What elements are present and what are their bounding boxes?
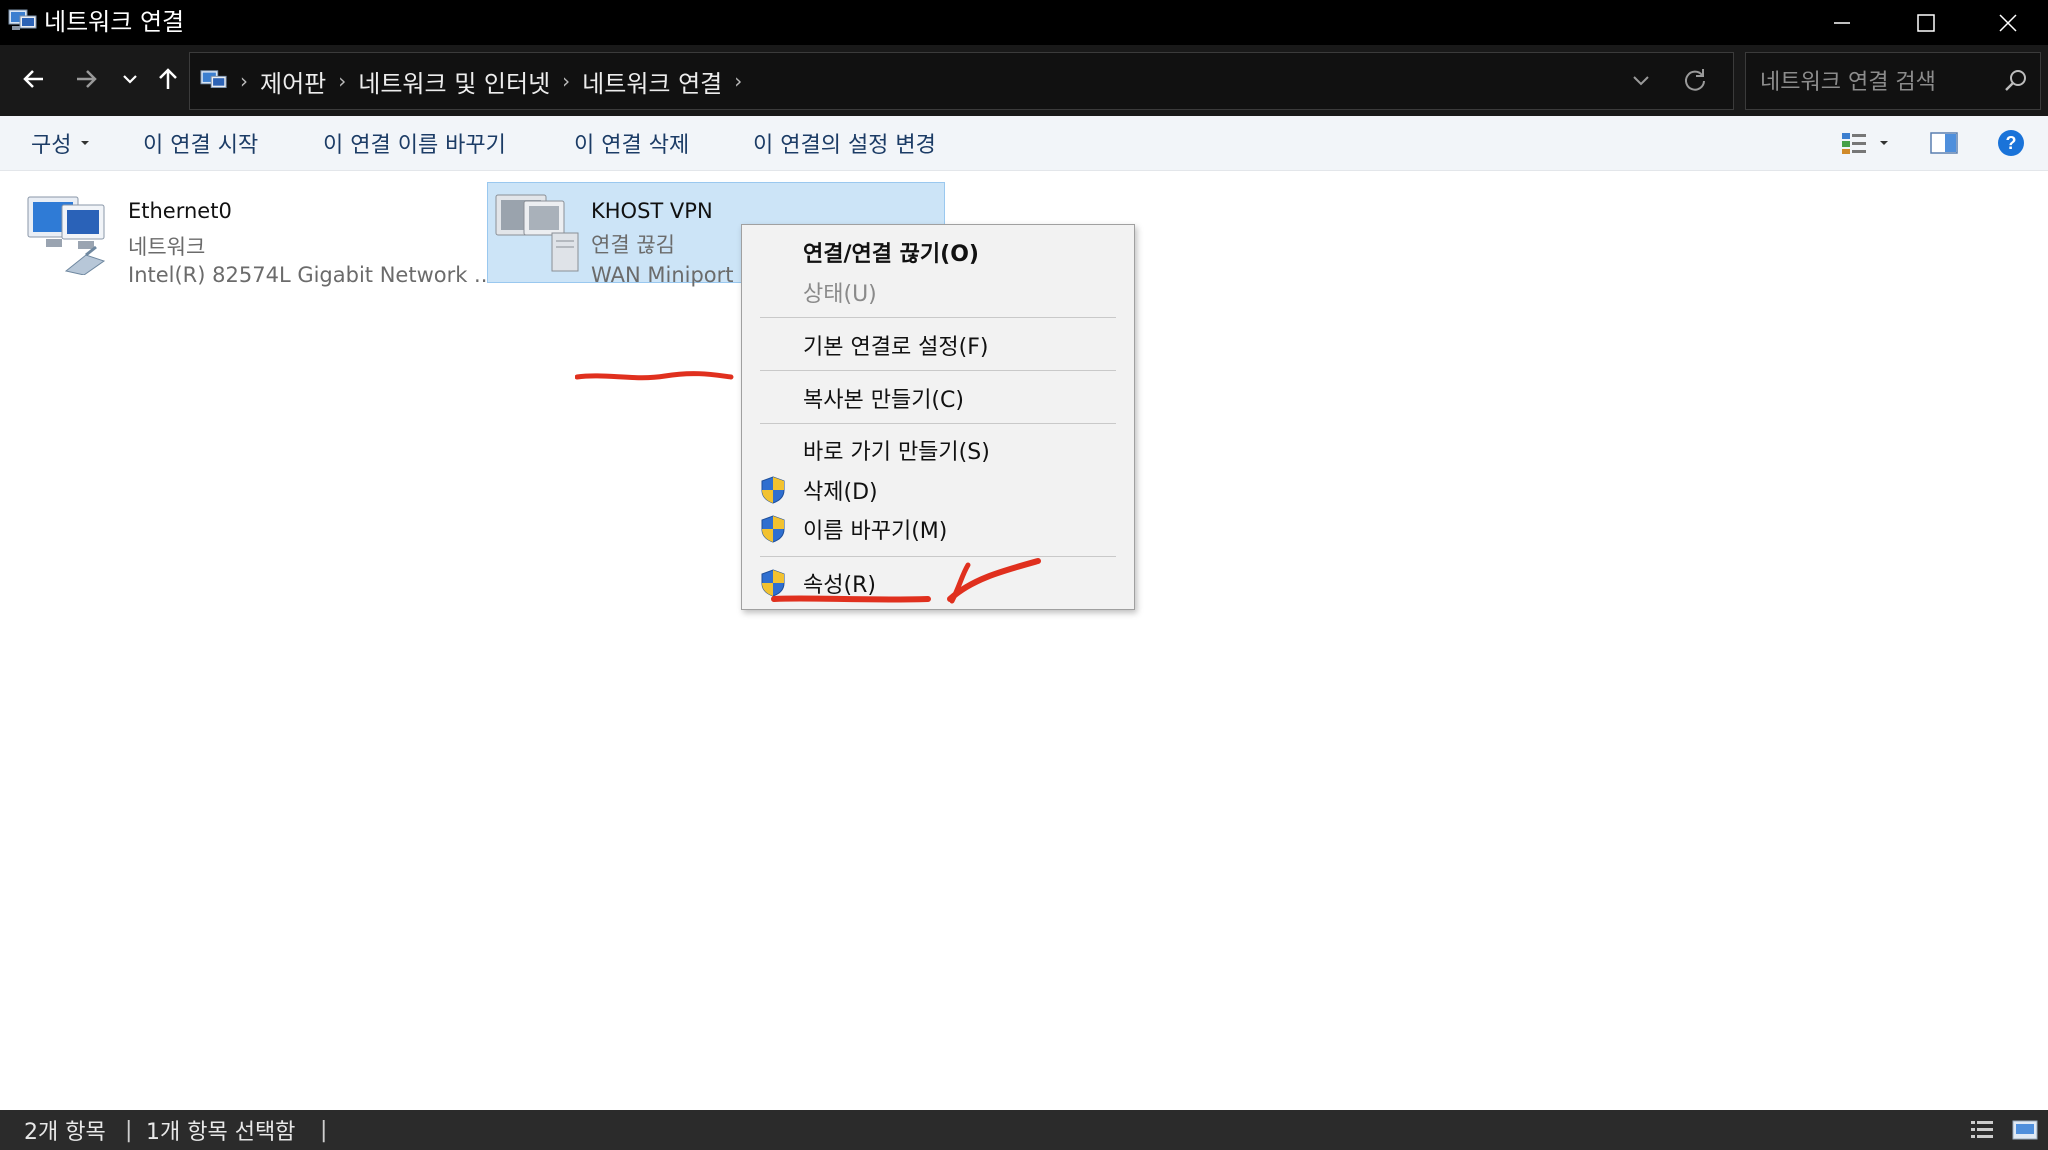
chevron-down-icon <box>1633 76 1649 86</box>
breadcrumb-control-panel[interactable]: 제어판 <box>260 64 326 99</box>
preview-pane-icon <box>1930 132 1958 154</box>
search-input[interactable] <box>1758 65 1992 99</box>
arrow-right-icon <box>77 70 97 88</box>
status-divider: | <box>320 1117 328 1143</box>
rename-connection-button[interactable]: 이 연결 이름 바꾸기 <box>323 116 506 170</box>
context-menu: 연결/연결 끊기(O) 상태(U) 기본 연결로 설정(F) 복사본 만들기(C… <box>741 224 1135 610</box>
connection-device: WAN Miniport <box>591 263 734 287</box>
change-settings-button[interactable]: 이 연결의 설정 변경 <box>753 116 936 170</box>
recent-locations-button[interactable] <box>110 59 150 99</box>
status-bar: 2개 항목 | 1개 항목 선택함 | <box>0 1110 2048 1150</box>
organize-label: 구성 <box>31 133 72 158</box>
maximize-icon <box>1917 13 1935 32</box>
status-divider: | <box>125 1117 133 1143</box>
search-box[interactable] <box>1745 52 2041 110</box>
details-view-icon <box>1971 1121 1993 1138</box>
menu-separator <box>760 317 1116 318</box>
menu-item-rename[interactable]: 이름 바꾸기(M) <box>742 510 1134 548</box>
menu-item-create-copy[interactable]: 복사본 만들기(C) <box>742 379 1134 417</box>
menu-item-delete[interactable]: 삭제(D) <box>742 471 1134 509</box>
item-count: 2개 항목 <box>24 1120 106 1145</box>
connection-name: Ethernet0 <box>128 199 232 223</box>
chevron-down-icon <box>123 75 137 84</box>
command-bar: 구성 이 연결 시작 이 연결 이름 바꾸기 이 연결 삭제 이 연결의 설정 … <box>0 116 2048 171</box>
connection-item-ethernet0[interactable]: Ethernet0 네트워크 Intel(R) 82574L Gigabit N… <box>20 183 494 287</box>
help-icon: ? <box>1998 130 2024 156</box>
menu-item-status: 상태(U) <box>803 282 877 307</box>
view-details-icon <box>1842 133 1866 154</box>
navigation-bar: › 제어판 › 네트워크 및 인터넷 › 네트워크 연결 › <box>0 45 2048 116</box>
caret-down-icon <box>81 141 90 145</box>
menu-item-connect-disconnect[interactable]: 연결/연결 끊기(O) <box>742 233 1134 271</box>
menu-item-set-default[interactable]: 기본 연결로 설정(F) <box>742 326 1134 364</box>
selected-count: 1개 항목 선택함 <box>146 1120 296 1145</box>
refresh-button[interactable] <box>1682 67 1708 97</box>
breadcrumb-separator-icon: › <box>562 69 571 93</box>
close-button[interactable] <box>1968 0 2048 45</box>
menu-item-create-shortcut[interactable]: 바로 가기 만들기(S) <box>742 431 1134 469</box>
uac-shield-icon <box>761 476 785 504</box>
forward-button[interactable] <box>66 59 106 99</box>
organize-menu-button[interactable]: 구성 <box>31 116 91 170</box>
control-panel-icon <box>200 70 227 88</box>
minimize-button[interactable] <box>1800 0 1884 45</box>
details-view-button[interactable] <box>1970 1110 1994 1150</box>
breadcrumb-network-connections[interactable]: 네트워크 연결 <box>582 64 722 99</box>
breadcrumb-separator-icon: › <box>240 69 248 93</box>
help-button[interactable]: ? <box>1996 116 2026 170</box>
large-icons-view-button[interactable] <box>2012 1110 2038 1150</box>
close-icon <box>1999 13 2017 32</box>
refresh-icon <box>1685 69 1705 91</box>
annotation-stroke-icon <box>947 558 1041 602</box>
caret-down-icon <box>1880 141 1888 145</box>
back-button[interactable] <box>14 59 54 99</box>
arrow-left-icon <box>23 70 43 88</box>
large-icons-view-icon <box>2012 1120 2038 1140</box>
delete-connection-button[interactable]: 이 연결 삭제 <box>574 116 689 170</box>
start-connection-button[interactable]: 이 연결 시작 <box>143 116 258 170</box>
address-bar[interactable]: › 제어판 › 네트워크 및 인터넷 › 네트워크 연결 › <box>189 52 1734 110</box>
connection-device: Intel(R) 82574L Gigabit Network ... <box>128 263 495 287</box>
ethernet-adapter-icon <box>27 196 106 275</box>
vpn-connection-icon <box>495 194 579 272</box>
annotation-underline-icon <box>575 371 734 381</box>
connection-name: KHOST VPN <box>591 199 713 223</box>
network-connections-icon <box>8 9 37 30</box>
svg-text:?: ? <box>2006 133 2017 153</box>
breadcrumb-separator-icon[interactable]: › <box>734 69 742 93</box>
title-bar: 네트워크 연결 <box>0 0 2048 45</box>
connection-status: 연결 끊김 <box>591 233 675 257</box>
menu-separator <box>760 423 1116 424</box>
up-button[interactable] <box>148 59 188 99</box>
breadcrumb-network-internet[interactable]: 네트워크 및 인터넷 <box>358 64 550 99</box>
change-view-button[interactable] <box>1840 116 1890 170</box>
menu-separator <box>760 370 1116 371</box>
search-icon[interactable] <box>2004 69 2028 93</box>
uac-shield-icon <box>761 515 785 543</box>
connection-status: 네트워크 <box>128 235 206 259</box>
arrow-up-icon <box>159 68 177 89</box>
minimize-icon <box>1834 21 1850 24</box>
address-history-button[interactable] <box>1630 69 1652 95</box>
window-title: 네트워크 연결 <box>44 8 185 36</box>
preview-pane-button[interactable] <box>1930 116 1958 170</box>
maximize-button[interactable] <box>1884 0 1968 45</box>
breadcrumb-separator-icon: › <box>338 69 347 93</box>
